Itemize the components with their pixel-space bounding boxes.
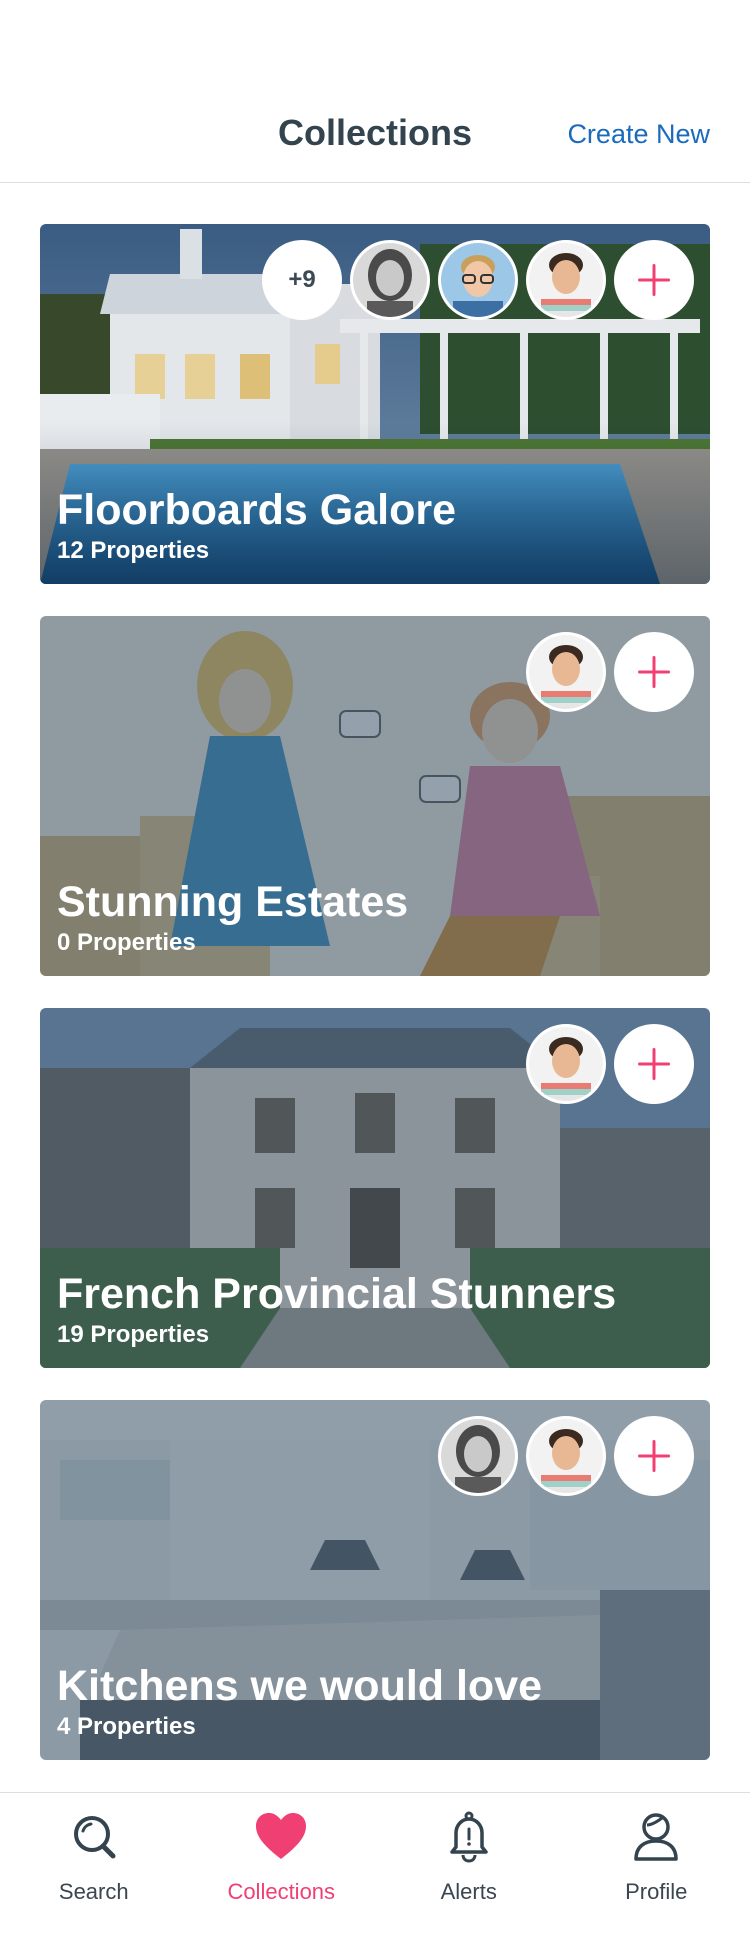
tab-search[interactable]: Search [0, 1793, 188, 1960]
collection-card-kitchens-we-would-love[interactable]: Kitchens we would love 4 Properties [40, 1400, 710, 1760]
tab-label: Profile [625, 1879, 688, 1904]
plus-icon [638, 656, 670, 688]
collection-members [518, 1024, 694, 1104]
collection-card-stunning-estates[interactable]: Stunning Estates 0 Properties [40, 616, 710, 976]
collection-title: French Provincial Stunners [57, 1270, 617, 1318]
add-member-button[interactable] [614, 1416, 694, 1496]
collection-members [518, 632, 694, 712]
collection-title: Floorboards Galore [57, 486, 457, 534]
search-icon [73, 1816, 116, 1859]
plus-icon [638, 264, 670, 296]
collections-list: +9 Floorboards Galore 12 Properties Stun… [40, 224, 710, 1792]
man-avatar [526, 1024, 606, 1104]
tab-label: Collections [227, 1879, 336, 1904]
collection-count: 12 Properties [57, 537, 210, 564]
collection-members: +9 [262, 240, 694, 320]
add-member-button[interactable] [614, 1024, 694, 1104]
glasses-man-avatar [438, 240, 518, 320]
add-member-button[interactable] [614, 632, 694, 712]
bell-icon [450, 1811, 488, 1863]
man-avatar [526, 1416, 606, 1496]
tab-alerts[interactable]: Alerts [375, 1793, 563, 1960]
collection-members [430, 1416, 694, 1496]
plus-icon [638, 1440, 670, 1472]
plus-icon [638, 1048, 670, 1080]
bottom-tab-bar: Search Collections Alerts Profile [0, 1792, 750, 1960]
woman-avatar [438, 1416, 518, 1496]
collection-title: Kitchens we would love [57, 1662, 543, 1710]
collection-card-french-provincial-stunners[interactable]: French Provincial Stunners 19 Properties [40, 1008, 710, 1368]
extra-members-badge: +9 [262, 240, 342, 320]
add-member-button[interactable] [614, 240, 694, 320]
woman-avatar [350, 240, 430, 320]
tab-label: Search [58, 1879, 129, 1904]
collection-count: 0 Properties [57, 929, 196, 956]
header: Collections Create New [0, 0, 750, 183]
tab-collections[interactable]: Collections [188, 1793, 376, 1960]
tab-label: Alerts [440, 1879, 497, 1904]
profile-icon [634, 1813, 678, 1861]
collection-card-floorboards-galore[interactable]: +9 Floorboards Galore 12 Properties [40, 224, 710, 584]
collection-count: 19 Properties [57, 1321, 210, 1348]
create-new-button[interactable]: Create New [567, 119, 710, 150]
man-avatar [526, 240, 606, 320]
heart-icon [256, 1813, 307, 1859]
tab-profile[interactable]: Profile [563, 1793, 750, 1960]
man-avatar [526, 632, 606, 712]
collection-title: Stunning Estates [57, 878, 409, 926]
collection-count: 4 Properties [57, 1713, 196, 1740]
